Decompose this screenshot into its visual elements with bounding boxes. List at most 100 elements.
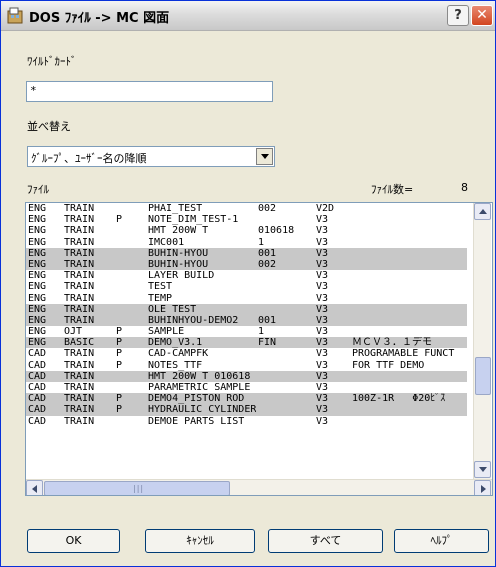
horizontal-scrollbar[interactable]: ||| [26,479,492,495]
cell-group: CAD [28,415,47,427]
cell-group: ENG [28,236,47,248]
cell-user: TRAIN [64,404,95,416]
cell-name: DEMO4_PISTON ROD [148,393,245,405]
cell-ver: V3 [316,393,329,405]
cell-group: CAD [28,393,47,405]
cell-name: HMT 200W T 010618 [148,370,251,382]
cell-user: OJT [64,326,83,338]
cell-user: TRAIN [64,258,95,270]
cell-flag: P [116,348,123,360]
scroll-up-icon[interactable] [474,203,491,220]
horizontal-scroll-thumb[interactable]: ||| [44,481,230,495]
cell-note: PROGRAMABLE FUNCT [352,348,455,360]
table-row[interactable]: CAD TRAIN P CAD-CAMPFK V3 PROGRAMABLE FUNCT [26,348,467,359]
cell-note: FOR TTF DEMO [352,359,425,371]
scroll-down-icon[interactable] [474,461,491,478]
cell-flag: P [116,326,123,338]
cell-user: TRAIN [64,270,95,282]
vertical-scroll-thumb[interactable] [475,357,491,395]
cell-name: PARAMETRIC SAMPLE [148,382,251,393]
chevron-down-icon[interactable] [256,148,273,165]
table-row[interactable]: ENG TRAIN P NOTE_DIM_TEST-1 V3 [26,214,467,225]
table-row[interactable]: ENG TRAIN TEMP V3 [26,293,467,304]
cell-group: CAD [28,348,47,360]
cell-ver: V3 [316,258,329,270]
cell-ver: V3 [316,225,329,237]
cell-user: TRAIN [64,203,95,214]
sort-dropdown[interactable]: ｸﾞﾙｰﾌﾟ、ﾕｰｻﾞｰ名の降順 [27,146,275,167]
cell-user: TRAIN [64,292,95,304]
cell-ver: V3 [316,337,329,349]
cell-name: IMC001 [148,236,185,248]
table-row[interactable]: ENG TRAIN BUHIN-HYOU 001 V3 [26,247,467,259]
cell-group: ENG [28,292,47,304]
cell-ver: V3 [316,214,329,226]
cell-name: NOTES_TTF [148,359,203,371]
table-row[interactable]: ENG OJT P SAMPLE 1 V3 [26,326,467,337]
table-row[interactable]: CAD TRAIN P DEMO4_PISTON ROD V3 100Z-1R Φ20ﾋﾟ… [26,393,467,405]
cell-group: ENG [28,214,47,226]
table-row[interactable]: ENG BASIC P DEMO_V3.1 FIN V3 ＭＣＶ３．１デモ [26,337,467,349]
cell-name: OLE TEST [148,303,197,315]
file-count-label: ﾌｧｲﾙ数= [371,183,414,196]
cell-ver: V3 [316,292,329,304]
cell-user: TRAIN [64,370,95,382]
window-title: DOS ﾌｧｲﾙ -> MC 図面 [29,11,170,26]
cell-name: BUHINHYOU-DEMO2 [148,314,239,326]
cell-rev: 001 [258,314,277,326]
cell-ver: V3 [316,348,329,360]
cell-group: CAD [28,359,47,371]
cell-group: ENG [28,326,47,338]
vertical-scrollbar[interactable] [473,203,491,479]
table-row[interactable]: ENG TRAIN IMC001 1 V3 [26,237,467,248]
cell-ver: V3 [316,303,329,315]
select-all-button[interactable]: すべて [268,529,383,553]
table-row[interactable]: CAD TRAIN HMT 200W T 010618 V3 [26,370,467,382]
cell-user: TRAIN [64,247,95,259]
table-row[interactable]: ENG TRAIN BUHINHYOU-DEMO2 001 V3 [26,314,467,327]
cell-flag: P [116,404,123,416]
cell-rev: 002 [258,258,277,270]
help-button[interactable]: ﾍﾙﾌﾟ [394,529,489,553]
cell-name: BUHIN-HYOU [148,258,209,270]
table-row[interactable]: ENG TRAIN PHAI_TEST 002 V2D [26,203,467,214]
table-row[interactable]: ENG TRAIN TEST V3 [26,281,467,292]
cell-user: TRAIN [64,393,95,405]
cell-ver: V3 [316,415,329,427]
cell-rev: 010618 [258,225,295,237]
cancel-button[interactable]: ｷｬﾝｾﾙ [145,529,255,553]
table-row[interactable]: ENG TRAIN HMT 200W T 010618 V3 [26,225,467,236]
table-row[interactable]: CAD TRAIN P NOTES_TTF V3 FOR TTF DEMO [26,360,467,371]
cell-ver: V3 [316,314,329,326]
cell-rev: FIN [258,337,277,349]
cell-name: TEMP [148,292,173,304]
wildcard-input[interactable]: * [26,81,273,102]
cell-name: HYDRAULIC CYLINDERS [148,404,256,416]
cell-flag: P [116,214,123,226]
table-row[interactable]: CAD TRAIN DEMOE PARTS LIST V3 [26,416,467,427]
cell-rev: 002 [258,203,277,214]
cell-group: ENG [28,337,47,349]
close-button[interactable]: ✕ [471,5,493,26]
ok-button[interactable]: OK [27,529,120,553]
title-help-button[interactable]: ? [447,5,469,26]
cell-ver: V3 [316,326,329,338]
cell-ver: V3 [316,359,329,371]
table-row[interactable]: ENG TRAIN BUHIN-HYOU 002 V3 [26,258,467,271]
cell-ver: V3 [316,281,329,293]
scroll-left-icon[interactable] [26,480,43,495]
cell-user: TRAIN [64,314,95,326]
cell-note: ＭＣＶ３．１デモ [352,337,432,349]
cell-group: ENG [28,258,47,270]
scroll-right-icon[interactable] [474,480,491,495]
cell-name: TEST [148,281,173,293]
table-row[interactable]: CAD TRAIN PARAMETRIC SAMPLE V3 [26,382,467,393]
title-bar[interactable]: DOS ﾌｧｲﾙ -> MC 図面 ? ✕ [1,1,495,31]
table-row[interactable]: ENG TRAIN LAYER BUILD V3 [26,270,467,281]
table-row[interactable]: ENG TRAIN OLE TEST V3 [26,303,467,315]
cell-name: LAYER BUILD [148,270,215,282]
table-row[interactable]: CAD TRAIN P HYDRAULIC CYLINDERS V3 [26,404,467,416]
cell-rev: 001 [258,247,277,259]
file-list[interactable]: ENG TRAIN PHAI_TEST 002 V2D ENG TRAIN P NOTE_DIM… [25,202,493,496]
sort-selected-value: ｸﾞﾙｰﾌﾟ、ﾕｰｻﾞｰ名の降順 [31,152,147,165]
